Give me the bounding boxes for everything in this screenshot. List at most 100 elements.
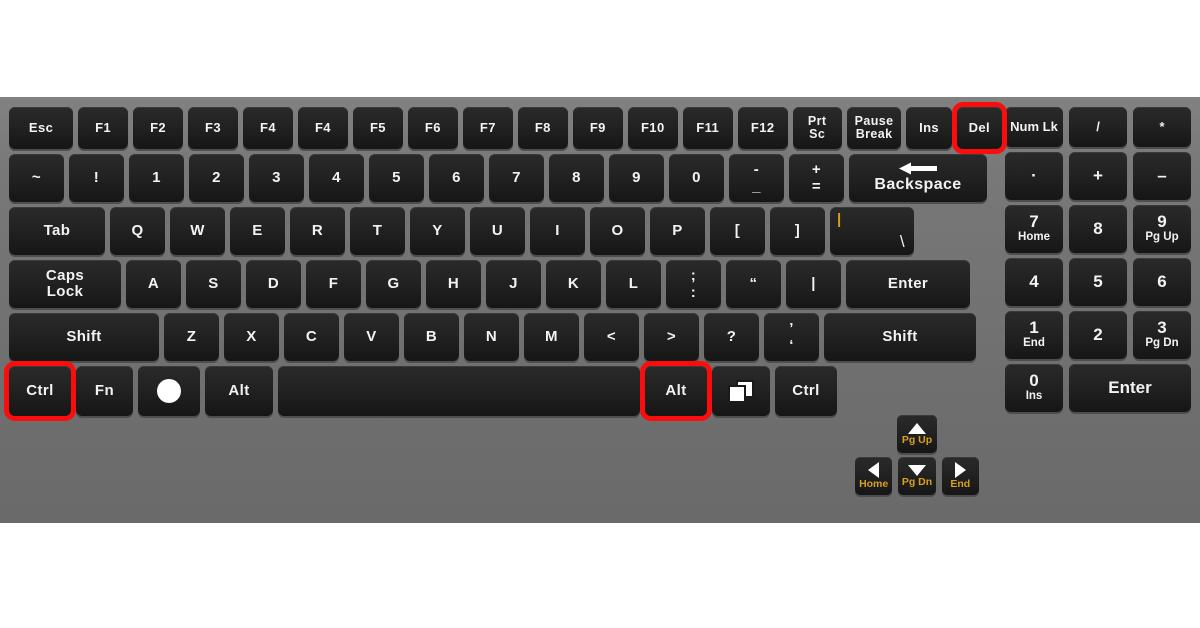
key-e[interactable]: E <box>230 207 285 255</box>
key-i[interactable]: I <box>530 207 585 255</box>
key-minus-underscore[interactable]: - _ <box>729 154 784 202</box>
key-windows[interactable] <box>138 366 200 416</box>
key-8[interactable]: 8 <box>549 154 604 202</box>
key-p[interactable]: P <box>650 207 705 255</box>
key-f4-a[interactable]: F4 <box>243 107 293 149</box>
key-caps-lock[interactable]: Caps Lock <box>9 260 121 308</box>
key-h[interactable]: H <box>426 260 481 308</box>
key-arrow-up[interactable]: Pg Up <box>897 415 937 453</box>
key-a[interactable]: A <box>126 260 181 308</box>
key-numpad-4[interactable]: 4 <box>1005 258 1063 306</box>
key-w[interactable]: W <box>170 207 225 255</box>
key-numpad-6[interactable]: 6 <box>1133 258 1191 306</box>
key-pipe[interactable]: | <box>786 260 841 308</box>
key-shift-right[interactable]: Shift <box>824 313 976 361</box>
key-c[interactable]: C <box>284 313 339 361</box>
key-alt-left[interactable]: Alt <box>205 366 273 416</box>
key-alt-right[interactable]: Alt <box>645 366 707 416</box>
key-z[interactable]: Z <box>164 313 219 361</box>
key-tilde[interactable]: ~ <box>9 154 64 202</box>
key-arrow-down[interactable]: Pg Dn <box>898 457 936 495</box>
key-t[interactable]: T <box>350 207 405 255</box>
key-0[interactable]: 0 <box>669 154 724 202</box>
key-fn[interactable]: Fn <box>76 366 133 416</box>
key-y[interactable]: Y <box>410 207 465 255</box>
key-pause-break[interactable]: Pause Break <box>846 107 902 149</box>
key-f7[interactable]: F7 <box>462 107 513 149</box>
key-numpad-plus[interactable]: + <box>1069 152 1127 200</box>
key-9[interactable]: 9 <box>609 154 664 202</box>
key-esc[interactable]: Esc <box>9 107 74 149</box>
key-semicolon-colon[interactable]: ; : <box>666 260 721 308</box>
key-s[interactable]: S <box>186 260 241 308</box>
key-context-menu[interactable] <box>712 366 770 416</box>
key-numpad-0[interactable]: 0 Ins <box>1005 364 1063 412</box>
key-f4-b[interactable]: F4 <box>297 107 348 149</box>
key-delete[interactable]: Del <box>956 107 1002 149</box>
key-num-lock[interactable]: Num Lk <box>1005 107 1063 147</box>
key-backslash[interactable]: | \ <box>830 207 914 255</box>
key-q[interactable]: Q <box>110 207 165 255</box>
key-numpad-7[interactable]: 7 Home <box>1005 205 1063 253</box>
key-f5[interactable]: F5 <box>352 107 403 149</box>
key-enter[interactable]: Enter <box>846 260 970 308</box>
key-g[interactable]: G <box>366 260 421 308</box>
key-b[interactable]: B <box>404 313 459 361</box>
key-ctrl-left[interactable]: Ctrl <box>9 366 71 416</box>
key-shift-left[interactable]: Shift <box>9 313 159 361</box>
key-7[interactable]: 7 <box>489 154 544 202</box>
key-numpad-3[interactable]: 3 Pg Dn <box>1133 311 1191 359</box>
key-f10[interactable]: F10 <box>627 107 678 149</box>
key-u[interactable]: U <box>470 207 525 255</box>
key-less-than[interactable]: < <box>584 313 639 361</box>
key-d[interactable]: D <box>246 260 301 308</box>
key-apostrophe-comma[interactable]: ’ ‘ <box>764 313 819 361</box>
key-f1[interactable]: F1 <box>78 107 129 149</box>
key-f3[interactable]: F3 <box>188 107 239 149</box>
key-question-mark[interactable]: ? <box>704 313 759 361</box>
key-k[interactable]: K <box>546 260 601 308</box>
key-numpad-9[interactable]: 9 Pg Up <box>1133 205 1191 253</box>
key-f8[interactable]: F8 <box>517 107 568 149</box>
key-numpad-5[interactable]: 5 <box>1069 258 1127 306</box>
key-l[interactable]: L <box>606 260 661 308</box>
key-spacebar[interactable] <box>278 366 640 416</box>
key-1[interactable]: 1 <box>129 154 184 202</box>
key-numpad-multiply[interactable]: * <box>1133 107 1191 147</box>
key-x[interactable]: X <box>224 313 279 361</box>
key-6[interactable]: 6 <box>429 154 484 202</box>
key-f11[interactable]: F11 <box>682 107 733 149</box>
key-2[interactable]: 2 <box>189 154 244 202</box>
key-quote[interactable]: “ <box>726 260 781 308</box>
key-numpad-1[interactable]: 1 End <box>1005 311 1063 359</box>
key-exclamation[interactable]: ! <box>69 154 124 202</box>
key-r[interactable]: R <box>290 207 345 255</box>
key-f2[interactable]: F2 <box>133 107 184 149</box>
key-numpad-enter[interactable]: Enter <box>1069 364 1191 412</box>
key-insert[interactable]: Ins <box>906 107 952 149</box>
key-f[interactable]: F <box>306 260 361 308</box>
key-numpad-period[interactable]: · <box>1005 152 1063 200</box>
key-bracket-left[interactable]: [ <box>710 207 765 255</box>
key-numpad-divide[interactable]: / <box>1069 107 1127 147</box>
key-numpad-minus[interactable]: – <box>1133 152 1191 200</box>
key-f12[interactable]: F12 <box>737 107 788 149</box>
key-greater-than[interactable]: > <box>644 313 699 361</box>
key-m[interactable]: M <box>524 313 579 361</box>
key-numpad-8[interactable]: 8 <box>1069 205 1127 253</box>
key-backspace[interactable]: Backspace <box>849 154 987 202</box>
key-arrow-left[interactable]: Home <box>855 457 893 495</box>
key-3[interactable]: 3 <box>249 154 304 202</box>
key-j[interactable]: J <box>486 260 541 308</box>
key-plus-equals[interactable]: + = <box>789 154 844 202</box>
key-4[interactable]: 4 <box>309 154 364 202</box>
key-ctrl-right[interactable]: Ctrl <box>775 366 837 416</box>
key-print-screen[interactable]: Prt Sc <box>792 107 842 149</box>
key-arrow-right[interactable]: End <box>941 457 979 495</box>
key-numpad-2[interactable]: 2 <box>1069 311 1127 359</box>
key-n[interactable]: N <box>464 313 519 361</box>
key-o[interactable]: O <box>590 207 645 255</box>
key-v[interactable]: V <box>344 313 399 361</box>
key-f6[interactable]: F6 <box>407 107 458 149</box>
key-5[interactable]: 5 <box>369 154 424 202</box>
